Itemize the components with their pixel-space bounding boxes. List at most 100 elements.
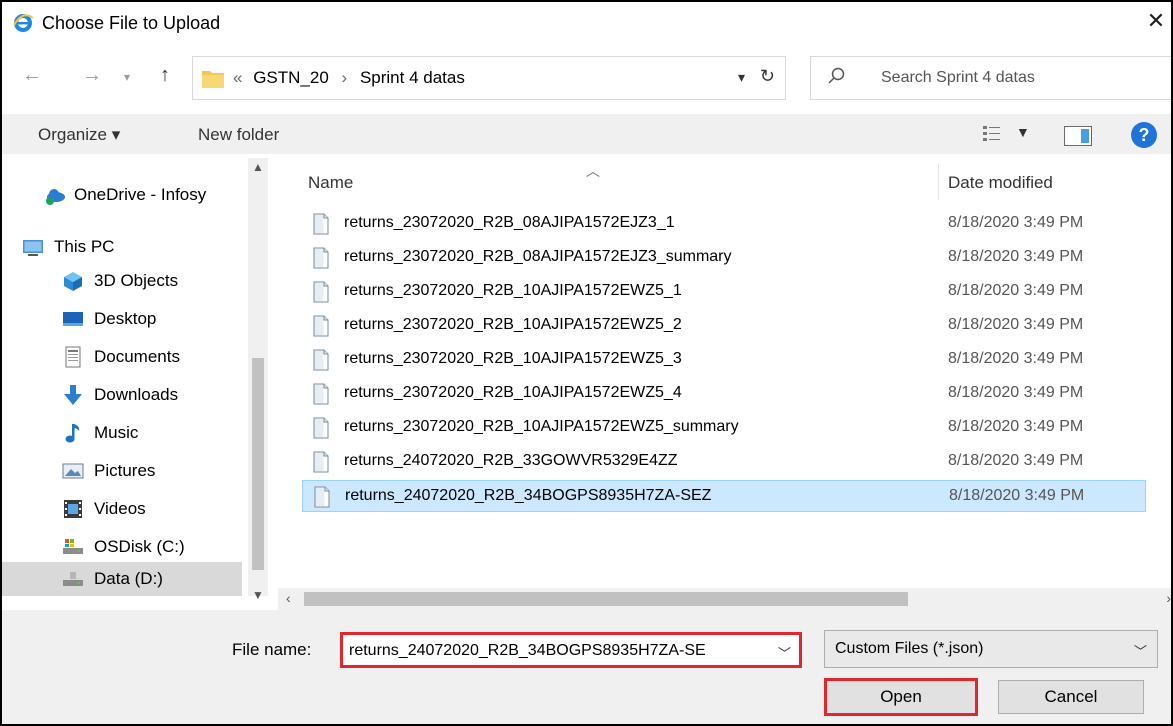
file-row[interactable]: returns_24072020_R2B_33GOWVR5329E4ZZ 8/18… xyxy=(302,446,1146,478)
breadcrumb-gstn[interactable]: GSTN_20 xyxy=(253,68,329,87)
file-row[interactable]: returns_24072020_R2B_34BOGPS8935H7ZA-SEZ… xyxy=(302,480,1146,512)
open-button[interactable]: Open xyxy=(824,678,978,716)
sidebar-item-pictures[interactable]: Pictures xyxy=(2,454,242,488)
scrollbar-thumb[interactable] xyxy=(304,592,908,606)
column-header-date-modified[interactable]: Date modified xyxy=(948,173,1053,193)
back-arrow-icon[interactable]: ← xyxy=(22,64,42,87)
file-date-modified: 8/18/2020 3:49 PM xyxy=(949,487,1085,504)
sidebar-item-label: This PC xyxy=(54,237,115,256)
file-list-horizontal-scrollbar[interactable]: ‹ › xyxy=(278,588,1171,610)
sidebar-item-this-pc[interactable]: This PC xyxy=(2,230,242,264)
sort-ascending-icon: ︿ xyxy=(586,163,600,179)
file-row[interactable]: returns_23072020_R2B_10AJIPA1572EWZ5_sum… xyxy=(302,412,1146,444)
address-dropdown-icon[interactable]: ▾ xyxy=(738,69,745,86)
file-icon xyxy=(313,451,329,473)
help-icon[interactable]: ? xyxy=(1131,122,1157,148)
file-date-modified: 8/18/2020 3:49 PM xyxy=(948,282,1084,299)
file-date-modified: 8/18/2020 3:49 PM xyxy=(948,316,1084,333)
file-name-value: returns_24072020_R2B_34BOGPS8935H7ZA-SE xyxy=(349,642,706,659)
file-type-select[interactable]: Custom Files (*.json) ﹀ xyxy=(824,630,1158,668)
file-name: returns_23072020_R2B_10AJIPA1572EWZ5_sum… xyxy=(344,418,739,435)
organize-button[interactable]: Organize ▾ xyxy=(38,125,120,145)
search-box[interactable]: Search Sprint 4 datas xyxy=(810,56,1171,100)
file-name: returns_23072020_R2B_08AJIPA1572EJZ3_sum… xyxy=(344,248,732,265)
new-folder-button[interactable]: New folder xyxy=(198,125,279,145)
file-name: returns_23072020_R2B_10AJIPA1572EWZ5_4 xyxy=(344,384,682,401)
file-date-modified: 8/18/2020 3:49 PM xyxy=(948,452,1084,469)
file-name: returns_23072020_R2B_10AJIPA1572EWZ5_3 xyxy=(344,350,682,367)
dialog-footer: File name: returns_24072020_R2B_34BOGPS8… xyxy=(2,610,1171,724)
sidebar-item-label: Data (D:) xyxy=(94,569,163,588)
refresh-icon[interactable]: ↻ xyxy=(760,66,775,87)
recent-locations-chevron-icon[interactable]: ▾ xyxy=(124,70,130,84)
sidebar-item-documents[interactable]: Documents xyxy=(2,340,242,374)
drive-icon xyxy=(63,539,83,554)
videos-icon xyxy=(64,500,82,518)
cancel-button[interactable]: Cancel xyxy=(998,680,1144,714)
column-separator[interactable] xyxy=(938,164,939,200)
file-icon xyxy=(313,315,329,337)
sidebar-item-3d-objects[interactable]: 3D Objects xyxy=(2,264,242,298)
document-icon xyxy=(65,346,81,368)
file-name-label: File name: xyxy=(232,640,312,659)
file-date-modified: 8/18/2020 3:49 PM xyxy=(948,350,1084,367)
file-date-modified: 8/18/2020 3:49 PM xyxy=(948,214,1084,231)
file-name: returns_23072020_R2B_10AJIPA1572EWZ5_1 xyxy=(344,282,682,299)
sidebar-item-downloads[interactable]: Downloads xyxy=(2,378,242,412)
file-upload-dialog: Choose File to Upload ✕ ← → ▾ ↑ « GSTN_2… xyxy=(0,0,1173,726)
file-row[interactable]: returns_23072020_R2B_10AJIPA1572EWZ5_3 8/… xyxy=(302,344,1146,376)
search-icon xyxy=(828,67,845,84)
file-date-modified: 8/18/2020 3:49 PM xyxy=(948,384,1084,401)
file-row[interactable]: returns_23072020_R2B_10AJIPA1572EWZ5_4 8/… xyxy=(302,378,1146,410)
sidebar-item-label: Pictures xyxy=(94,461,156,480)
download-icon xyxy=(64,385,82,405)
navigation-pane: OneDrive - Infosy This PC 3D Objects Des… xyxy=(2,158,268,602)
column-header-name[interactable]: Name xyxy=(308,173,353,193)
sidebar-item-label: 3D Objects xyxy=(94,271,179,290)
file-name: returns_24072020_R2B_34BOGPS8935H7ZA-SEZ xyxy=(345,487,712,504)
scroll-down-icon[interactable]: ▼ xyxy=(252,588,264,602)
file-row[interactable]: returns_23072020_R2B_10AJIPA1572EWZ5_1 8/… xyxy=(302,276,1146,308)
file-date-modified: 8/18/2020 3:49 PM xyxy=(948,418,1084,435)
sidebar-item-onedrive[interactable]: OneDrive - Infosy xyxy=(2,178,242,212)
file-icon xyxy=(313,417,329,439)
sidebar-item-videos[interactable]: Videos xyxy=(2,492,242,526)
view-options-icon[interactable] xyxy=(982,124,1002,144)
close-button[interactable]: ✕ xyxy=(1141,6,1171,36)
sidebar-item-label: Desktop xyxy=(94,309,157,328)
file-row[interactable]: returns_23072020_R2B_10AJIPA1572EWZ5_2 8/… xyxy=(302,310,1146,342)
sidebar-item-desktop[interactable]: Desktop xyxy=(2,302,242,336)
search-placeholder: Search Sprint 4 datas xyxy=(881,69,1035,86)
up-arrow-icon[interactable]: ↑ xyxy=(160,64,170,87)
file-row[interactable]: returns_23072020_R2B_08AJIPA1572EJZ3_1 8/… xyxy=(302,208,1146,240)
file-name: returns_24072020_R2B_33GOWVR5329E4ZZ xyxy=(344,452,678,469)
file-name: returns_23072020_R2B_08AJIPA1572EJZ3_1 xyxy=(344,214,675,231)
pictures-icon xyxy=(62,463,84,479)
sidebar-item-label: Music xyxy=(94,423,139,442)
file-name: returns_23072020_R2B_10AJIPA1572EWZ5_2 xyxy=(344,316,682,333)
file-name-input[interactable]: returns_24072020_R2B_34BOGPS8935H7ZA-SE … xyxy=(340,632,802,668)
breadcrumb: « GSTN_20 › Sprint 4 datas xyxy=(233,68,465,88)
file-icon xyxy=(313,383,329,405)
sidebar-item-music[interactable]: Music xyxy=(2,416,242,450)
scroll-up-icon[interactable]: ▲ xyxy=(252,160,264,174)
file-icon xyxy=(313,213,329,235)
preview-pane-icon[interactable] xyxy=(1064,126,1092,146)
file-row[interactable]: returns_23072020_R2B_08AJIPA1572EJZ3_sum… xyxy=(302,242,1146,274)
breadcrumb-overflow[interactable]: « xyxy=(233,68,248,87)
file-type-dropdown-icon[interactable]: ﹀ xyxy=(1134,641,1147,660)
file-icon xyxy=(313,247,329,269)
view-dropdown-icon[interactable]: ▼ xyxy=(1016,124,1030,140)
title-bar: Choose File to Upload ✕ xyxy=(2,2,1171,42)
sidebar-item-data-drive[interactable]: Data (D:) xyxy=(2,562,242,596)
scroll-right-icon[interactable]: › xyxy=(1166,590,1171,606)
scroll-left-icon[interactable]: ‹ xyxy=(286,590,291,606)
navigation-pane-scrollbar[interactable]: ▲ ▼ xyxy=(248,158,268,602)
file-type-value: Custom Files (*.json) xyxy=(835,640,984,657)
breadcrumb-sprint4[interactable]: Sprint 4 datas xyxy=(360,68,465,87)
file-name-dropdown-icon[interactable]: ﹀ xyxy=(778,643,791,662)
forward-arrow-icon[interactable]: → xyxy=(82,64,102,87)
address-bar[interactable]: « GSTN_20 › Sprint 4 datas ▾ ↻ xyxy=(192,56,786,100)
scrollbar-thumb[interactable] xyxy=(252,358,264,570)
sidebar-item-osdisk[interactable]: OSDisk (C:) xyxy=(2,530,242,564)
